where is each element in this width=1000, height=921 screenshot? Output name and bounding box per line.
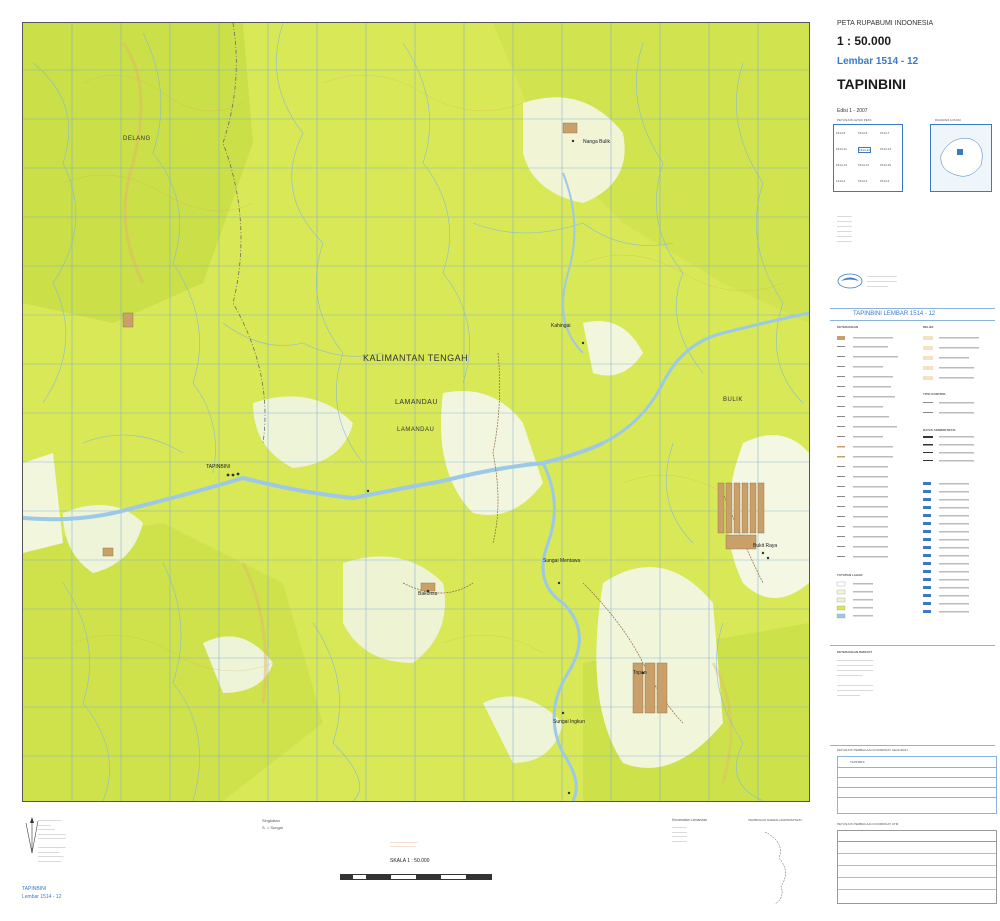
- adjacent-title: PEMBAGIAN DAERAH ADMINISTRASI: [748, 818, 802, 822]
- eagle-logo-icon: [837, 273, 863, 289]
- region-label: BULIK: [723, 397, 743, 403]
- place-label: Bukit Raya: [753, 543, 778, 549]
- admin-inset-map: [745, 828, 805, 908]
- declination-text: ─────────── ────── ──────── ───────────── ──…: [38, 818, 66, 863]
- map-scale-title: 1 : 50.000: [837, 34, 892, 48]
- district-title: Kecamatan Lamandau: [672, 818, 708, 822]
- island-outline-icon: [940, 138, 983, 177]
- agency-address: ────────────── ────────────── ──────────: [867, 274, 897, 288]
- legend-title: KETERANGAN: [837, 325, 859, 329]
- bottom-left-sheet: Lembar 1514 - 12: [22, 894, 62, 900]
- legend-symbols: [836, 336, 979, 619]
- region-label: LAMANDAU: [397, 427, 435, 433]
- location-diagram: [930, 124, 992, 192]
- place-label: Sungai Ingkun: [553, 719, 585, 725]
- index-caption: PETUNJUK LETAK PETA: [837, 118, 872, 122]
- map-body[interactable]: KALIMANTAN TENGAH LAMANDAU LAMANDAU DELA…: [22, 22, 810, 802]
- place-label: Kahingai: [551, 323, 571, 329]
- series-title: PETA RUPABUMI INDONESIA: [837, 20, 934, 27]
- admin-boundary-icon: [764, 831, 786, 905]
- district-list: ─────── ─────── ─────── ───────: [672, 825, 687, 843]
- map-legend-panel: PETA RUPABUMI INDONESIA 1 : 50.000 Lemba…: [815, 0, 1000, 921]
- sheet-name: TAPINBINI: [837, 76, 906, 92]
- region-label: DELANG: [123, 136, 151, 142]
- edition: Edisi 1 - 2007: [837, 108, 868, 114]
- place-label: Sungai Mentawa: [543, 558, 581, 564]
- bottom-scale: SKALA 1 : 50.000: [390, 858, 430, 864]
- geo-coordinate-table: TAPINBINI: [837, 756, 997, 814]
- region-label: KALIMANTAN TENGAH: [363, 353, 469, 363]
- bottom-left-name: TAPINBINI: [22, 886, 47, 892]
- place-label: TAPINBINI: [206, 464, 231, 470]
- geo-table-title: PETUNJUK PEMBACAAN KOORDINAT GEOGRAFI: [837, 748, 908, 752]
- notes-title: KETERANGAN RIWAYAT: [837, 650, 873, 654]
- index-name: TAPINBINI: [850, 760, 865, 764]
- relief-title: RELIEF: [923, 325, 934, 329]
- utm-table-title: PETUNJUK PEMBACAAN KOORDINAT UTM: [837, 822, 899, 826]
- abbrev-item: S. = Sungai: [262, 825, 283, 830]
- sheet-index-grid: 1514-5 1514-6 1514-7 1514-11 1514-12 151…: [833, 124, 903, 192]
- agency-logo: [837, 272, 863, 290]
- contour-interval-note: ───────────── ────────────: [390, 840, 418, 848]
- diagram-caption: DIAGRAM LOKASI: [935, 118, 961, 122]
- notes-text: ───────────────── ───────────────── ──────…: [837, 658, 874, 697]
- sheet-header-blue: TAPINBINI LEMBAR 1514 - 12: [853, 311, 936, 317]
- scale-bar: [340, 874, 492, 880]
- place-label: Nanga Bulik: [583, 139, 610, 145]
- sheet-number: Lembar 1514 - 12: [837, 56, 919, 67]
- place-label: Topan: [633, 670, 647, 676]
- place-label: Bakonsu: [418, 591, 438, 597]
- utm-coordinate-table: [837, 830, 997, 904]
- abbrev-title: Singkatan: [262, 818, 280, 823]
- region-label: LAMANDAU: [395, 399, 438, 406]
- production-info: ─────── ─────── ─────── ─────── ─────── ─────…: [837, 214, 852, 243]
